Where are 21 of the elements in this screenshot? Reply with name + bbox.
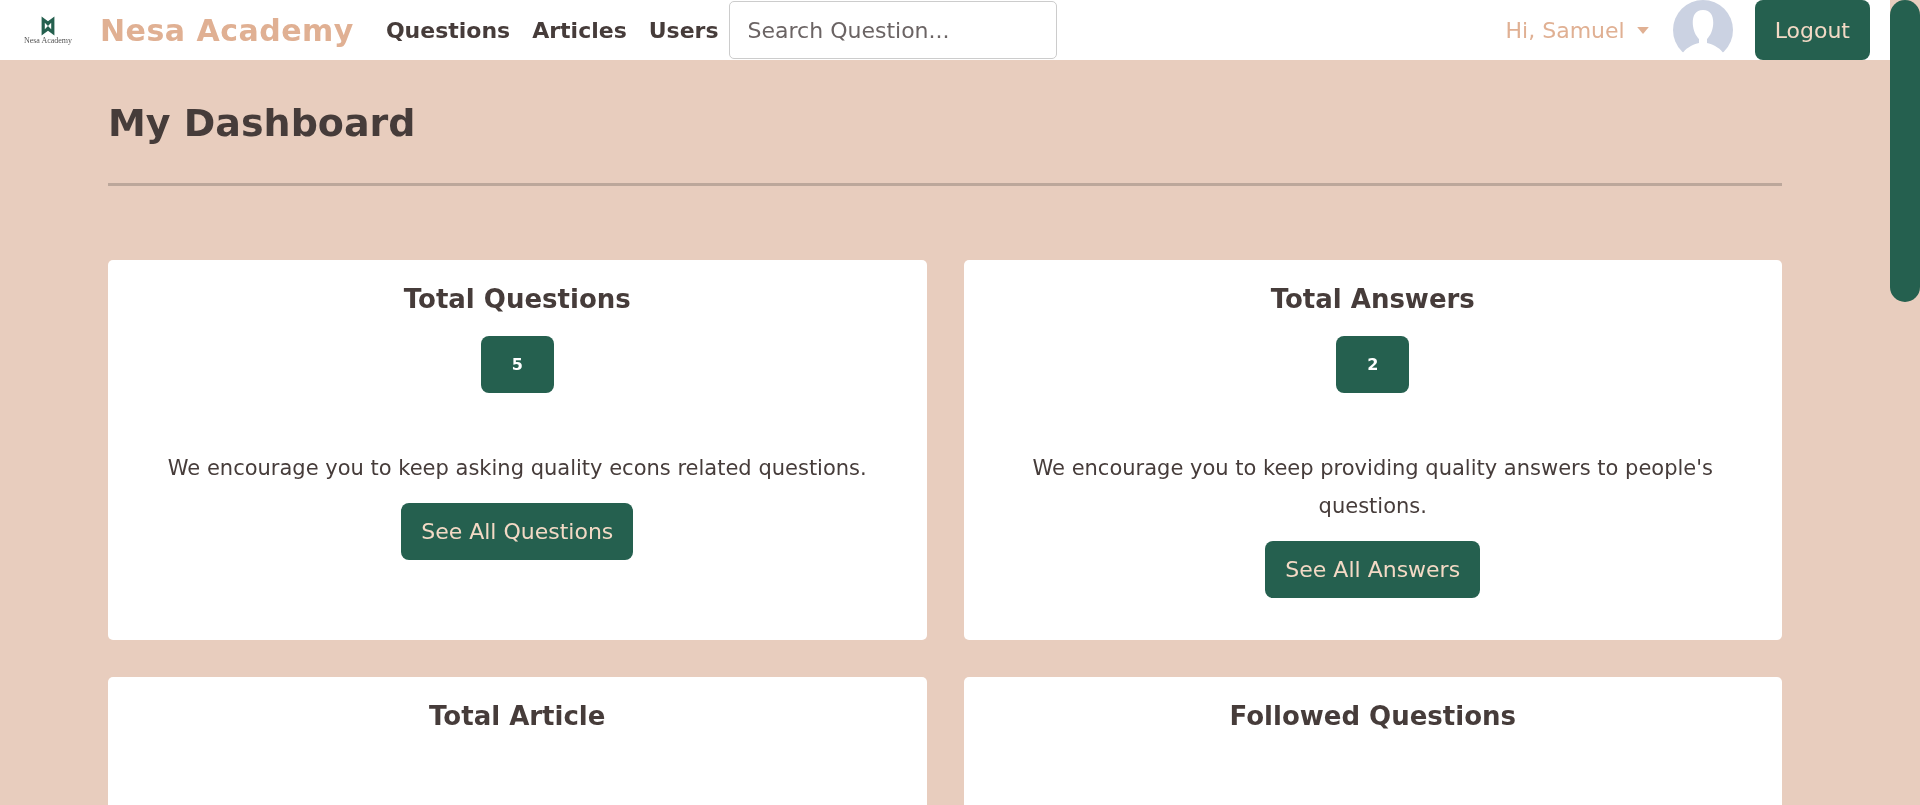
see-all-button[interactable]: See All Answers [1265,541,1481,598]
card-title: Total Article [429,701,606,731]
logo[interactable]: Nesa Academy [20,15,76,45]
logout-button[interactable]: Logout [1754,0,1870,60]
count-badge: 2 [1336,336,1410,393]
card-title: Total Answers [1270,284,1475,314]
card-title: Total Questions [403,284,631,314]
scrollbar-thumb[interactable] [1890,0,1920,302]
search-field[interactable]: Search Question... [728,1,1057,59]
card-text: We encourage you to keep providing quality answers to people's questions. [1031,455,1714,520]
nav-link[interactable]: Users [648,17,719,43]
card-title: Followed Questions [1229,701,1516,731]
logo-caption: Nesa Academy [23,35,73,45]
nav-link[interactable]: Articles [532,17,627,43]
nav-link[interactable]: Questions [385,17,511,43]
card-text: We encourage you to keep asking quality econs related questions. [167,455,867,482]
see-all-button[interactable]: See All Questions [401,503,634,560]
caret-icon [1636,26,1649,34]
page-title: My Dashboard [108,101,417,147]
count-badge: 5 [480,336,554,393]
logo-icon [40,15,56,36]
